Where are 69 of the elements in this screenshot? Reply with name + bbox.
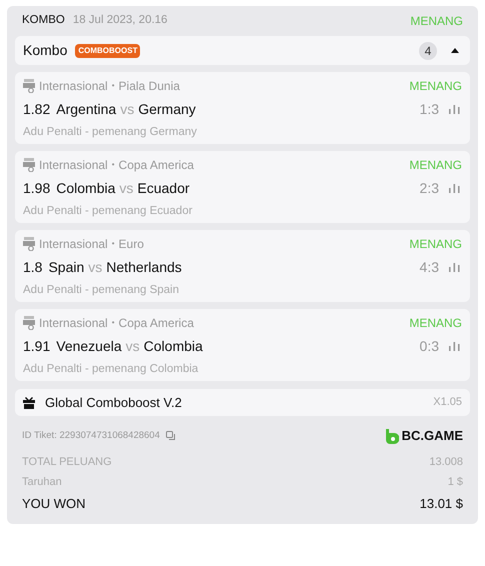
boost-label: Global Comboboost V.2 — [45, 394, 182, 412]
status-label: MENANG — [409, 317, 462, 329]
collapse-caret-icon[interactable] — [451, 48, 459, 53]
team-name: Colombia — [144, 339, 203, 353]
summary-label: TOTAL PELUANG — [22, 456, 112, 468]
summary-label: Taruhan — [22, 476, 62, 488]
league-logo-icon — [23, 158, 35, 172]
separator-dot: • — [112, 240, 115, 248]
team-name: Ecuador — [137, 181, 190, 195]
summary-value: 1 $ — [448, 476, 463, 488]
league-name: Internasional — [39, 238, 108, 250]
league-name: Internasional — [39, 159, 108, 171]
versus-label: vs — [120, 102, 134, 116]
league-logo-icon — [23, 79, 35, 93]
stats-icon[interactable] — [449, 104, 460, 114]
odds-value: 1.8 — [23, 260, 42, 274]
odds-value: 1.91 — [23, 339, 50, 353]
odds-value: 1.82 — [23, 102, 50, 116]
league-name: Euro — [118, 238, 144, 250]
boost-multiplier: X1.05 — [433, 395, 462, 410]
team-name: Germany — [138, 102, 196, 116]
comboboost-badge: COMBOBOOST — [75, 44, 140, 58]
versus-label: vs — [126, 339, 140, 353]
market-label: Adu Penalti - pemenang Spain — [23, 283, 180, 298]
league-name: Copa America — [118, 159, 194, 171]
market-label: Adu Penalti - pemenang Colombia — [23, 362, 200, 377]
versus-label: vs — [119, 181, 134, 195]
versus-label: vs — [88, 260, 102, 274]
score-value: 0:3 — [420, 339, 439, 353]
summary-label: YOU WON — [22, 496, 86, 510]
separator-dot: • — [112, 82, 115, 90]
brand-logo-icon — [384, 428, 399, 444]
combo-header[interactable]: Kombo COMBOBOOST 4 — [15, 36, 470, 65]
selection-count: 4 — [419, 42, 437, 60]
stats-icon[interactable] — [449, 183, 460, 193]
status-label: MENANG — [409, 159, 462, 171]
stats-icon[interactable] — [449, 262, 460, 272]
bet-date: 18 Jul 2023, 20.16 — [72, 13, 168, 28]
team-name: Argentina — [56, 102, 116, 116]
league-name: Copa America — [118, 317, 194, 329]
summary-value: 13.01 $ — [420, 496, 463, 510]
separator-dot: • — [112, 161, 115, 169]
gift-icon — [23, 396, 35, 408]
copy-icon[interactable] — [166, 431, 176, 441]
market-label: Adu Penalti - pemenang Ecuador — [23, 204, 194, 219]
status-label: MENANG — [409, 80, 462, 92]
odds-value: 1.98 — [23, 181, 50, 195]
stats-icon[interactable] — [449, 341, 460, 351]
league-name: Internasional — [39, 317, 108, 329]
team-name: Colombia — [56, 181, 116, 195]
status-label: MENANG — [410, 13, 463, 30]
team-name: Netherlands — [106, 260, 182, 274]
league-logo-icon — [23, 237, 35, 251]
market-label: Adu Penalti - pemenang Germany — [23, 125, 198, 140]
summary-value: 13.008 — [429, 456, 463, 468]
team-name: Spain — [48, 260, 84, 274]
league-name: Piala Dunia — [118, 80, 180, 92]
status-label: MENANG — [409, 238, 462, 250]
separator-dot: • — [112, 319, 115, 327]
score-value: 4:3 — [420, 260, 439, 274]
bet-type: KOMBO — [22, 13, 65, 28]
team-name: Venezuela — [56, 339, 122, 353]
combo-title: Kombo — [23, 41, 68, 60]
ticket-id: ID Tiket: 2293074731068428604 — [22, 428, 160, 443]
score-value: 1:3 — [420, 102, 439, 116]
score-value: 2:3 — [420, 181, 439, 195]
league-logo-icon — [23, 316, 35, 330]
league-name: Internasional — [39, 80, 108, 92]
brand-name: BC.GAME — [402, 427, 463, 446]
